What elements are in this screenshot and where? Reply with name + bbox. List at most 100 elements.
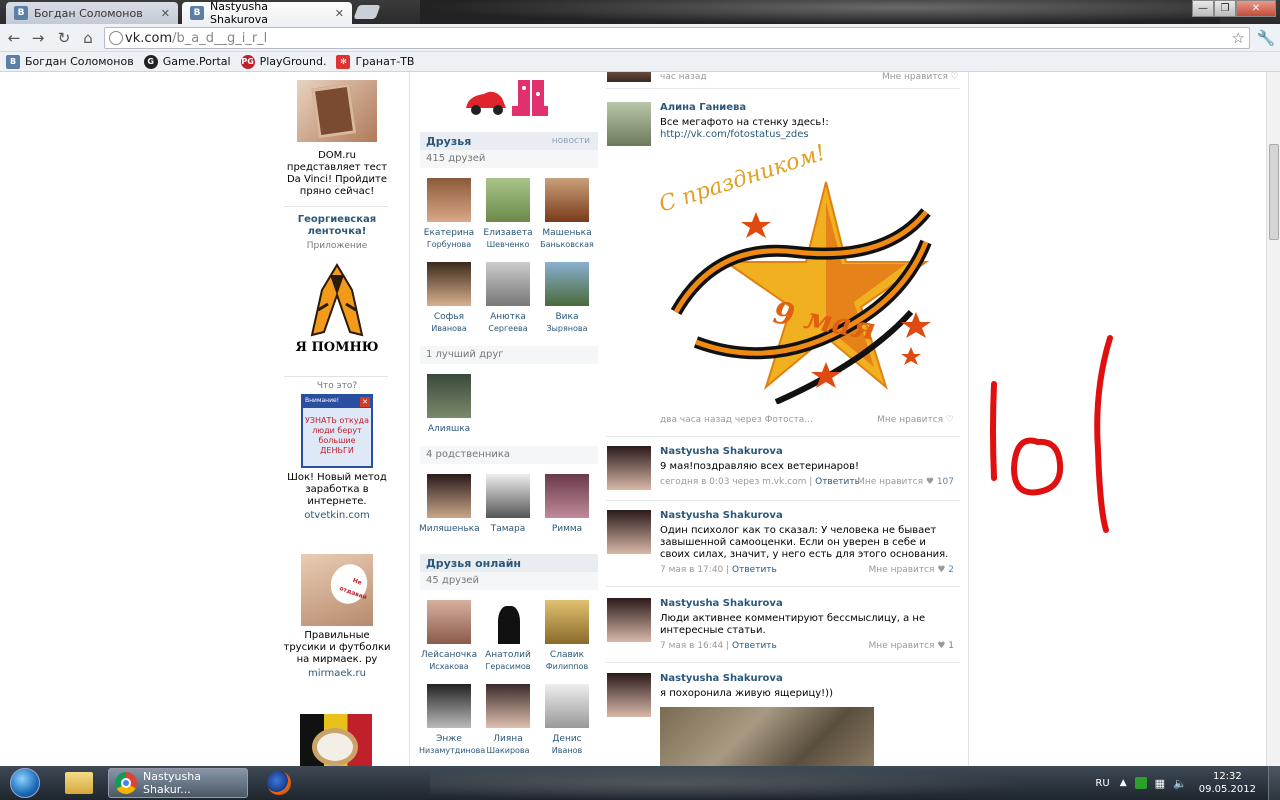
wall-avatar-partial[interactable]: [607, 72, 651, 82]
forward-arrow-icon[interactable]: →: [28, 28, 48, 48]
friend-item[interactable]: Славик Филиппов: [537, 600, 597, 672]
bookmark-item[interactable]: B Богдан Соломонов: [6, 54, 134, 69]
bookmark-item[interactable]: PG PlayGround.: [240, 54, 326, 69]
friends-news-link[interactable]: новости: [552, 136, 590, 146]
friend-item[interactable]: Римма: [537, 474, 597, 535]
page-scrollbar[interactable]: [1266, 72, 1280, 766]
online-friends-header[interactable]: Друзья онлайн: [420, 554, 598, 572]
post-author-avatar[interactable]: [607, 102, 651, 146]
start-button[interactable]: [2, 766, 48, 800]
post-photo-lizard[interactable]: [660, 707, 874, 766]
friend-item[interactable]: Алияшка: [419, 374, 479, 435]
ad-image: Не отдавай: [301, 554, 373, 626]
post-date[interactable]: 7 мая в 16:44: [660, 641, 723, 651]
friend-first-name: Лейсаночка: [420, 650, 478, 660]
friend-item[interactable]: Денис Иванов: [537, 684, 597, 756]
friend-item[interactable]: Миляшенька: [419, 474, 480, 535]
home-icon[interactable]: ⌂: [78, 28, 98, 48]
ad-mirmaek[interactable]: Не отдавай Правильные трусики и футболки…: [283, 554, 391, 680]
friend-item[interactable]: Тамара: [478, 474, 538, 535]
post-author[interactable]: Nastyusha Shakurova: [660, 510, 783, 521]
friend-item[interactable]: Анютка Сергеева: [478, 262, 538, 334]
friend-avatar: [486, 262, 530, 306]
friend-item[interactable]: Энже Низамутдинова: [419, 684, 485, 756]
like-button[interactable]: Мне нравится ♥ 1: [869, 641, 954, 651]
post-author-avatar[interactable]: [607, 446, 651, 490]
maximize-button[interactable]: ❐: [1214, 0, 1236, 17]
like-button[interactable]: Мне нравится ♥ 2: [869, 565, 954, 575]
like-button[interactable]: Мне нравится ♡: [877, 415, 954, 425]
address-bar[interactable]: vk.com/b_a_d__g_i_r_l ☆: [104, 27, 1250, 49]
post-date[interactable]: сегодня в 0:03 через m.vk.com: [660, 477, 806, 487]
may-9-postcard-image[interactable]: С праздником! 9 мая: [656, 142, 946, 404]
tab-bogdan[interactable]: B Богдан Соломонов ✕: [6, 2, 178, 24]
clock[interactable]: 12:32 09.05.2012: [1199, 770, 1256, 796]
post-author-avatar[interactable]: [607, 598, 651, 642]
post-date[interactable]: два часа назад через Фотоста...: [660, 415, 813, 425]
friend-last-name: Герасимов: [485, 662, 531, 671]
ad-link[interactable]: otvetkin.com: [283, 510, 391, 522]
chrome-taskbar-button[interactable]: Nastyusha Shakur...: [108, 768, 248, 798]
post-author[interactable]: Nastyusha Shakurova: [660, 673, 783, 684]
reply-link[interactable]: Ответить: [732, 565, 777, 575]
volume-icon[interactable]: 🔈: [1173, 777, 1187, 790]
ad-watch-image[interactable]: [300, 714, 372, 766]
post-author-avatar[interactable]: [607, 673, 651, 717]
post-author-avatar[interactable]: [607, 510, 651, 554]
tray-expand-icon[interactable]: ▲: [1120, 778, 1127, 788]
antivirus-icon[interactable]: [1134, 777, 1147, 789]
friend-item[interactable]: Анатолий Герасимов: [478, 600, 538, 672]
language-indicator[interactable]: RU: [1095, 778, 1109, 789]
ad-domru[interactable]: DOM.ru представляет тест Da Vinci! Пройд…: [283, 80, 391, 198]
best-friends-label[interactable]: 1 лучший друг: [420, 346, 598, 364]
like-button[interactable]: Мне нравится ♥ 107: [857, 477, 954, 487]
explorer-taskbar-button[interactable]: [56, 768, 102, 798]
bookmark-item[interactable]: ✻ Гранат-ТВ: [336, 54, 414, 69]
wrench-icon[interactable]: 🔧: [1256, 28, 1276, 48]
post-date[interactable]: 7 мая в 17:40: [660, 565, 723, 575]
scrollbar-thumb[interactable]: [1269, 144, 1279, 240]
post-author[interactable]: Алина Ганиева: [660, 102, 746, 113]
post-author[interactable]: Nastyusha Shakurova: [660, 446, 783, 457]
friends-header[interactable]: Друзья новости: [420, 132, 598, 150]
post-author[interactable]: Nastyusha Shakurova: [660, 598, 783, 609]
like-count: 1: [948, 641, 954, 651]
bookmark-star-icon[interactable]: ☆: [1232, 29, 1245, 47]
firefox-taskbar-button[interactable]: [256, 768, 302, 798]
show-desktop-button[interactable]: [1268, 766, 1280, 800]
back-arrow-icon[interactable]: ←: [4, 28, 24, 48]
postcard-greeting: С праздником!: [656, 142, 829, 218]
friend-first-name: Екатерина: [423, 228, 475, 238]
ad-link[interactable]: mirmaek.ru: [283, 668, 391, 680]
ad-georgievskaya[interactable]: Георгиевская ленточка! Приложение Я ПОМН…: [283, 214, 391, 354]
wall-post: Алина Ганиева Все мегафото на стенку зде…: [606, 102, 960, 425]
friend-avatar: [427, 374, 471, 418]
post-link[interactable]: http://vk.com/fotostatus_zdes: [660, 129, 809, 140]
like-label: Мне нравится: [877, 415, 944, 425]
network-icon[interactable]: ▦: [1155, 777, 1165, 790]
new-tab-button[interactable]: [353, 5, 381, 19]
ad-image: [297, 80, 377, 142]
bookmark-item[interactable]: G Game.Portal: [143, 54, 231, 69]
relatives-label[interactable]: 4 родственника: [420, 446, 598, 464]
browser-title-bar: B Богдан Соломонов ✕ B Nastyusha Shakuro…: [0, 0, 1280, 24]
friend-item[interactable]: Вика Зырянова: [537, 262, 597, 334]
minimize-button[interactable]: —: [1192, 0, 1214, 17]
tab-close-icon[interactable]: ✕: [335, 7, 344, 20]
close-window-button[interactable]: ✕: [1236, 0, 1276, 17]
tab-nastyusha[interactable]: B Nastyusha Shakurova ✕: [182, 0, 352, 24]
friend-item[interactable]: Екатерина Горбунова: [419, 178, 479, 250]
gifts-image: [466, 80, 548, 116]
reply-link[interactable]: Ответить: [815, 477, 860, 487]
friend-item[interactable]: Лейсаночка Исхакова: [419, 600, 479, 672]
ad-otvetkin[interactable]: Что это? Внимание! ✕ УЗНАТЬ откуда люди …: [283, 380, 391, 522]
reload-icon[interactable]: ↻: [54, 28, 74, 48]
friend-item[interactable]: Софья Иванова: [419, 262, 479, 334]
friend-item[interactable]: Машенька Баньковская: [537, 178, 597, 250]
reply-link[interactable]: Ответить: [732, 641, 777, 651]
friend-item[interactable]: Елизавета Шевченко: [478, 178, 538, 250]
friend-last-name: Зырянова: [546, 324, 588, 333]
tab-close-icon[interactable]: ✕: [161, 7, 170, 20]
like-button[interactable]: Мне нравится ♡: [882, 72, 959, 82]
friend-item[interactable]: Лияна Шакирова: [478, 684, 538, 756]
